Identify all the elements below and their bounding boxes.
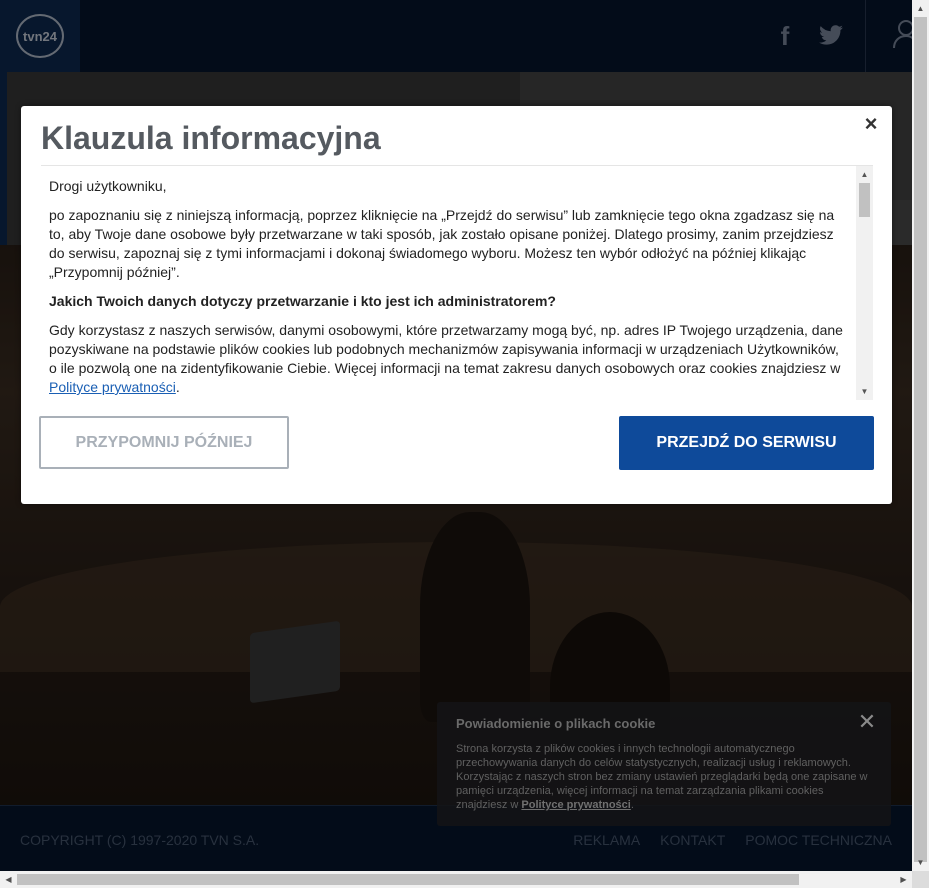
greeting-text: Drogi użytkowniku, [49,178,167,194]
scroll-up-icon[interactable]: ▲ [856,166,873,183]
window-horizontal-scrollbar[interactable]: ◀ ▶ [0,871,912,888]
scroll-up-icon[interactable]: ▲ [912,0,929,17]
privacy-policy-link[interactable]: Polityce prywatności [49,379,176,395]
dialog-title: Klauzula informacyjna [41,120,381,156]
page-background: tvn24 f COPYRIGHT (C) 1997-2020 TVN S.A.… [0,0,912,871]
scrollbar-corner [912,871,929,888]
privacy-consent-dialog: Klauzula informacyjna × Drogi użytkownik… [21,106,892,504]
cookie-notice-end: . [630,799,634,811]
window-vertical-scrollbar-thumb[interactable] [914,17,927,862]
scroll-right-icon[interactable]: ▶ [895,871,912,888]
close-icon[interactable]: × [859,111,883,136]
scroll-left-icon[interactable]: ◀ [0,871,17,888]
cookie-notice-body: Strona korzysta z plików cookies i innyc… [456,743,868,811]
data-paragraph: Gdy korzystasz z naszych serwisów, danym… [49,321,845,397]
window-vertical-scrollbar[interactable]: ▲ ▼ [912,0,929,871]
content-scrollbar[interactable]: ▲ ▼ [856,166,873,400]
intro-paragraph: po zapoznaniu się z niniejszą informacją… [49,207,835,280]
remind-later-button[interactable]: PRZYPOMNIJ PÓŹNIEJ [39,416,289,469]
close-icon[interactable]: ✕ [857,709,877,734]
go-to-service-button[interactable]: PRZEJDŹ DO SERWISU [619,416,874,470]
scroll-down-icon[interactable]: ▼ [856,383,873,400]
content-scrollbar-thumb[interactable] [859,183,870,217]
cookie-notice-text: Strona korzysta z plików cookies i innyc… [456,742,874,812]
section-heading: Jakich Twoich danych dotyczy przetwarzan… [49,293,556,309]
data-paragraph-text: Gdy korzystasz z naszych serwisów, danym… [49,322,843,376]
window-horizontal-scrollbar-thumb[interactable] [17,874,799,885]
data-paragraph-end: . [175,379,180,395]
cookie-privacy-link[interactable]: Polityce prywatności [521,799,630,811]
cookie-notice-title: Powiadomienie o plikach cookie [456,716,656,731]
dialog-content-scrollarea[interactable]: Drogi użytkowniku, po zapoznaniu się z n… [41,166,873,400]
scroll-down-icon[interactable]: ▼ [912,854,929,871]
cookie-notice: Powiadomienie o plikach cookie ✕ Strona … [437,702,891,826]
